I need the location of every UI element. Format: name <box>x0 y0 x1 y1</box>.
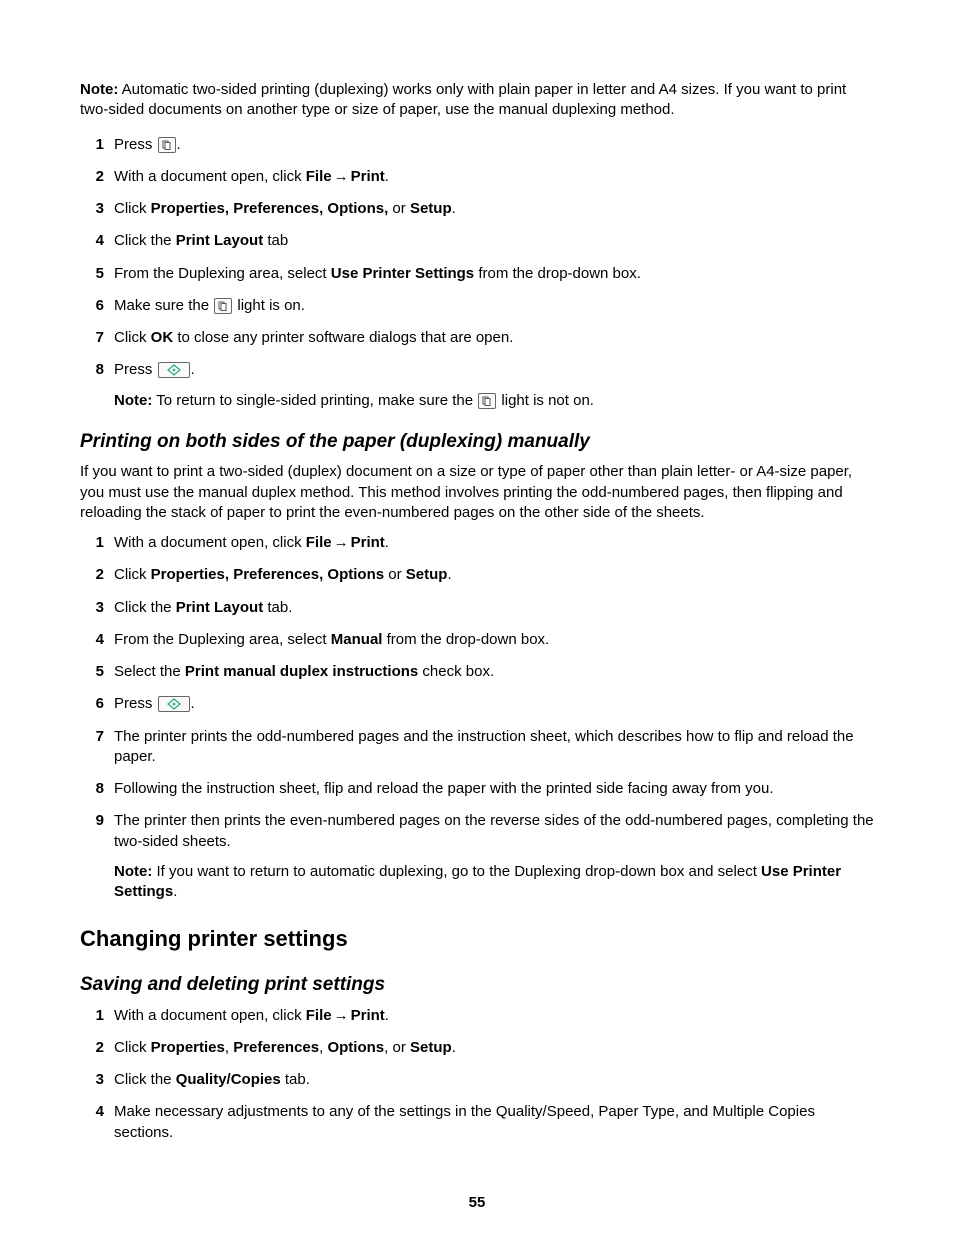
duplex-icon <box>158 137 176 153</box>
step-body: Click the Print Layout tab. <box>114 598 874 618</box>
step-number: 3 <box>80 1070 114 1090</box>
step-number: 2 <box>80 565 114 585</box>
step-number: 4 <box>80 1102 114 1122</box>
step-number: 3 <box>80 199 114 219</box>
step-item: 7 Click OK to close any printer software… <box>80 328 874 348</box>
heading-changing-settings: Changing printer settings <box>80 924 874 954</box>
steps-list-manual: 1 With a document open, click File → Pri… <box>80 533 874 902</box>
step-number: 2 <box>80 1038 114 1058</box>
step-body: Click Properties, Preferences, Options, … <box>114 199 874 219</box>
step-body: Click the Print Layout tab <box>114 231 874 251</box>
step-item: 3 Click Properties, Preferences, Options… <box>80 199 874 219</box>
step-item: 7 The printer prints the odd-numbered pa… <box>80 727 874 768</box>
step-number: 5 <box>80 662 114 682</box>
intro-note: Note: Automatic two-sided printing (dupl… <box>80 80 874 121</box>
note-text: Automatic two-sided printing (duplexing)… <box>80 81 846 118</box>
step-number: 6 <box>80 296 114 316</box>
step-item: 2 Click Properties, Preferences, Options… <box>80 1038 874 1058</box>
step-body: Select the Print manual duplex instructi… <box>114 662 874 682</box>
step-item: 9 The printer then prints the even-numbe… <box>80 811 874 902</box>
step-body: Following the instruction sheet, flip an… <box>114 779 874 799</box>
step-number: 1 <box>80 533 114 553</box>
note-label: Note: <box>80 81 118 98</box>
step-item: 1 Press . <box>80 135 874 155</box>
step-note: Note: If you want to return to automatic… <box>114 862 874 903</box>
step-body: From the Duplexing area, select Manual f… <box>114 630 874 650</box>
step-number: 8 <box>80 360 114 380</box>
start-button-icon <box>158 696 190 712</box>
duplex-icon <box>478 393 496 409</box>
step-number: 1 <box>80 1006 114 1026</box>
step-item: 8 Press . Note: To return to single-side… <box>80 360 874 411</box>
step-body: Click Properties, Preferences, Options, … <box>114 1038 874 1058</box>
step-item: 2 Click Properties, Preferences, Options… <box>80 565 874 585</box>
steps-list-auto: 1 Press . 2 With a document open, click … <box>80 135 874 411</box>
step-body: With a document open, click File → Print… <box>114 533 874 553</box>
step-number: 7 <box>80 727 114 747</box>
manual-duplex-intro: If you want to print a two-sided (duplex… <box>80 462 874 523</box>
arrow-icon: → <box>334 533 349 553</box>
arrow-icon: → <box>334 167 349 187</box>
step-body: Make necessary adjustments to any of the… <box>114 1102 874 1143</box>
step-body: The printer prints the odd-numbered page… <box>114 727 874 768</box>
step-body: With a document open, click File → Print… <box>114 1006 874 1026</box>
step-body: Click Properties, Preferences, Options o… <box>114 565 874 585</box>
step-item: 4 Make necessary adjustments to any of t… <box>80 1102 874 1143</box>
heading-manual-duplex: Printing on both sides of the paper (dup… <box>80 429 874 455</box>
step-item: 6 Make sure the light is on. <box>80 296 874 316</box>
step-body: From the Duplexing area, select Use Prin… <box>114 264 874 284</box>
step-item: 4 From the Duplexing area, select Manual… <box>80 630 874 650</box>
duplex-icon <box>214 298 232 314</box>
step-item: 3 Click the Print Layout tab. <box>80 598 874 618</box>
step-item: 1 With a document open, click File → Pri… <box>80 1006 874 1026</box>
page-number: 55 <box>80 1193 874 1213</box>
step-body: Click OK to close any printer software d… <box>114 328 874 348</box>
steps-list-settings: 1 With a document open, click File → Pri… <box>80 1006 874 1143</box>
step-number: 5 <box>80 264 114 284</box>
step-body: The printer then prints the even-numbere… <box>114 811 874 902</box>
step-item: 5 Select the Print manual duplex instruc… <box>80 662 874 682</box>
step-number: 3 <box>80 598 114 618</box>
arrow-icon: → <box>334 1006 349 1026</box>
step-number: 4 <box>80 630 114 650</box>
step-number: 8 <box>80 779 114 799</box>
step-body: Click the Quality/Copies tab. <box>114 1070 874 1090</box>
step-body: Press . <box>114 135 874 155</box>
step-item: 3 Click the Quality/Copies tab. <box>80 1070 874 1090</box>
step-item: 8 Following the instruction sheet, flip … <box>80 779 874 799</box>
step-body: With a document open, click File → Print… <box>114 167 874 187</box>
step-number: 1 <box>80 135 114 155</box>
step-item: 1 With a document open, click File → Pri… <box>80 533 874 553</box>
step-item: 4 Click the Print Layout tab <box>80 231 874 251</box>
step-item: 5 From the Duplexing area, select Use Pr… <box>80 264 874 284</box>
step-item: 2 With a document open, click File → Pri… <box>80 167 874 187</box>
step-number: 7 <box>80 328 114 348</box>
step-body: Press . Note: To return to single-sided … <box>114 360 874 411</box>
step-number: 9 <box>80 811 114 831</box>
start-button-icon <box>158 362 190 378</box>
step-body: Make sure the light is on. <box>114 296 874 316</box>
step-note: Note: To return to single-sided printing… <box>114 391 874 411</box>
step-number: 4 <box>80 231 114 251</box>
document-page: Note: Automatic two-sided printing (dupl… <box>80 80 874 1213</box>
heading-save-delete: Saving and deleting print settings <box>80 972 874 998</box>
step-body: Press . <box>114 694 874 714</box>
step-item: 6 Press . <box>80 694 874 714</box>
step-number: 2 <box>80 167 114 187</box>
step-number: 6 <box>80 694 114 714</box>
